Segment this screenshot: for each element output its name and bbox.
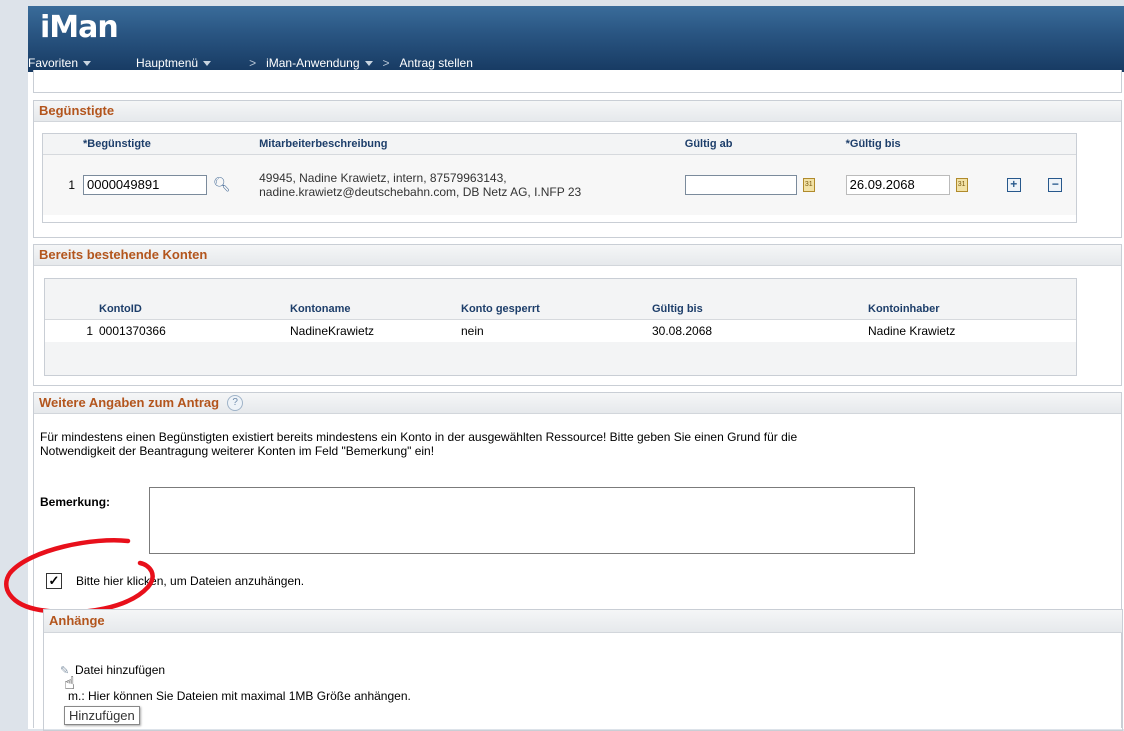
nav-hauptmenu-label: Hauptmenü (136, 56, 199, 70)
cell-kontoid: 0001370366 (99, 323, 166, 338)
row-index: 1 (68, 177, 75, 192)
weitere-angaben-header: Weitere Angaben zum Antrag ? (34, 393, 1121, 414)
column-header-add (992, 134, 1035, 155)
top-strip (33, 70, 1122, 93)
attachment-hint: m.: Hier können Sie Dateien mit maximal … (68, 689, 411, 703)
column-header-remove (1034, 134, 1076, 155)
gueltig-bis-input[interactable] (845, 174, 950, 195)
beguenstigte-table: *Begünstigte Mitarbeiterbeschreibung Gül… (42, 133, 1077, 223)
main-content: Begünstigte *Begünstigte Mitarbeiterbesc… (4, 70, 1124, 731)
app-logo: iMan (40, 10, 119, 45)
column-header-index (45, 299, 95, 320)
column-header-gueltig-ab: Gültig ab (680, 134, 842, 155)
breadcrumb-separator-icon: > (382, 56, 390, 70)
nav-iman-anwendung[interactable]: iMan-Anwendung (266, 56, 373, 70)
column-header-gesperrt: Konto gesperrt (457, 299, 648, 320)
table-top-bar (45, 279, 1076, 299)
breadcrumb-separator-icon: > (249, 56, 257, 70)
mitarbeiterbeschreibung: 49945, Nadine Krawietz, intern, 87579963… (259, 170, 582, 199)
gueltig-bis-cell: 31 (842, 155, 993, 215)
beguenstigte-title: Begünstigte (34, 101, 1121, 122)
cell-gueltig-bis: 30.08.2068 (652, 323, 713, 338)
beguenstigte-id-input[interactable] (83, 174, 207, 195)
bemerkung-label: Bemerkung: (40, 495, 111, 509)
konten-table: KontoID Kontoname Konto gesperrt Gültig … (44, 278, 1077, 376)
column-header-kontoid: KontoID (95, 299, 286, 320)
hand-cursor-icon: ☝︎ (64, 673, 75, 693)
anhaenge-section: Anhänge (43, 609, 1123, 731)
column-header-beguenstigte: *Begünstigte (79, 134, 256, 155)
beguenstigte-section: Begünstigte *Begünstigte Mitarbeiterbesc… (33, 100, 1122, 238)
anhaenge-title: Anhänge (44, 610, 1122, 633)
nav-current-page: Antrag stellen (400, 56, 473, 70)
table-header-row: KontoID Kontoname Konto gesperrt Gültig … (45, 299, 1076, 320)
help-icon[interactable]: ? (227, 395, 244, 411)
chevron-down-icon (364, 61, 373, 66)
add-row-cell: + (993, 155, 1035, 215)
add-row-button[interactable]: + (1006, 178, 1021, 193)
tooltip: Hinzufügen (64, 706, 140, 725)
chevron-down-icon (83, 61, 92, 66)
remove-row-button[interactable]: − (1048, 178, 1063, 193)
table-header-row: *Begünstigte Mitarbeiterbeschreibung Gül… (43, 134, 1076, 155)
nav-favoriten-label: Favoriten (28, 56, 79, 70)
column-header-gueltig-bis: *Gültig bis (841, 134, 993, 155)
column-header-kontoname: Kontoname (286, 299, 457, 320)
cell-kontoinhaber: Nadine Krawietz (868, 323, 956, 338)
warning-message: Für mindestens einen Begünstigten existi… (40, 430, 798, 458)
column-header-beschreibung: Mitarbeiterbeschreibung (255, 134, 681, 155)
cell-kontoname: NadineKrawietz (290, 323, 375, 338)
gueltig-ab-cell: 31 (681, 155, 842, 215)
beguenstigte-id-cell: 🔍︎ (79, 155, 255, 215)
cell-gesperrt: nein (461, 323, 484, 338)
column-header-kontoinhaber: Kontoinhaber (864, 299, 1076, 320)
konten-section: Bereits bestehende Konten KontoID Konton… (33, 244, 1122, 386)
nav-current-label: Antrag stellen (399, 56, 473, 70)
konten-title: Bereits bestehende Konten (34, 245, 1121, 266)
add-file-link[interactable]: Datei hinzufügen (75, 663, 165, 677)
column-header-index (43, 134, 79, 155)
chevron-down-icon (203, 61, 212, 66)
search-icon[interactable]: 🔍︎ (213, 176, 231, 193)
gueltig-ab-input[interactable] (684, 174, 797, 195)
nav-favoriten[interactable]: Favoriten (28, 56, 92, 70)
remove-row-cell: − (1035, 155, 1076, 215)
table-row[interactable]: 1 0001370366 NadineKrawietz nein 30.08.2… (45, 320, 1076, 342)
nav-hauptmenu[interactable]: Hauptmenü (136, 56, 212, 70)
weitere-angaben-title: Weitere Angaben zum Antrag (39, 395, 220, 410)
column-header-gueltig-bis: Gültig bis (648, 299, 864, 320)
bemerkung-textarea[interactable] (149, 487, 915, 554)
calendar-icon[interactable]: 31 (955, 177, 968, 192)
row-index: 1 (86, 323, 93, 338)
nav-anwendung-label: iMan-Anwendung (266, 56, 360, 70)
header-bar: iMan Favoriten Hauptmenü > iMan-Anwendun… (28, 6, 1124, 72)
calendar-icon[interactable]: 31 (802, 177, 815, 192)
table-row: 1 🔍︎ 49945, Nadine Krawietz, intern, 875… (43, 154, 1076, 215)
